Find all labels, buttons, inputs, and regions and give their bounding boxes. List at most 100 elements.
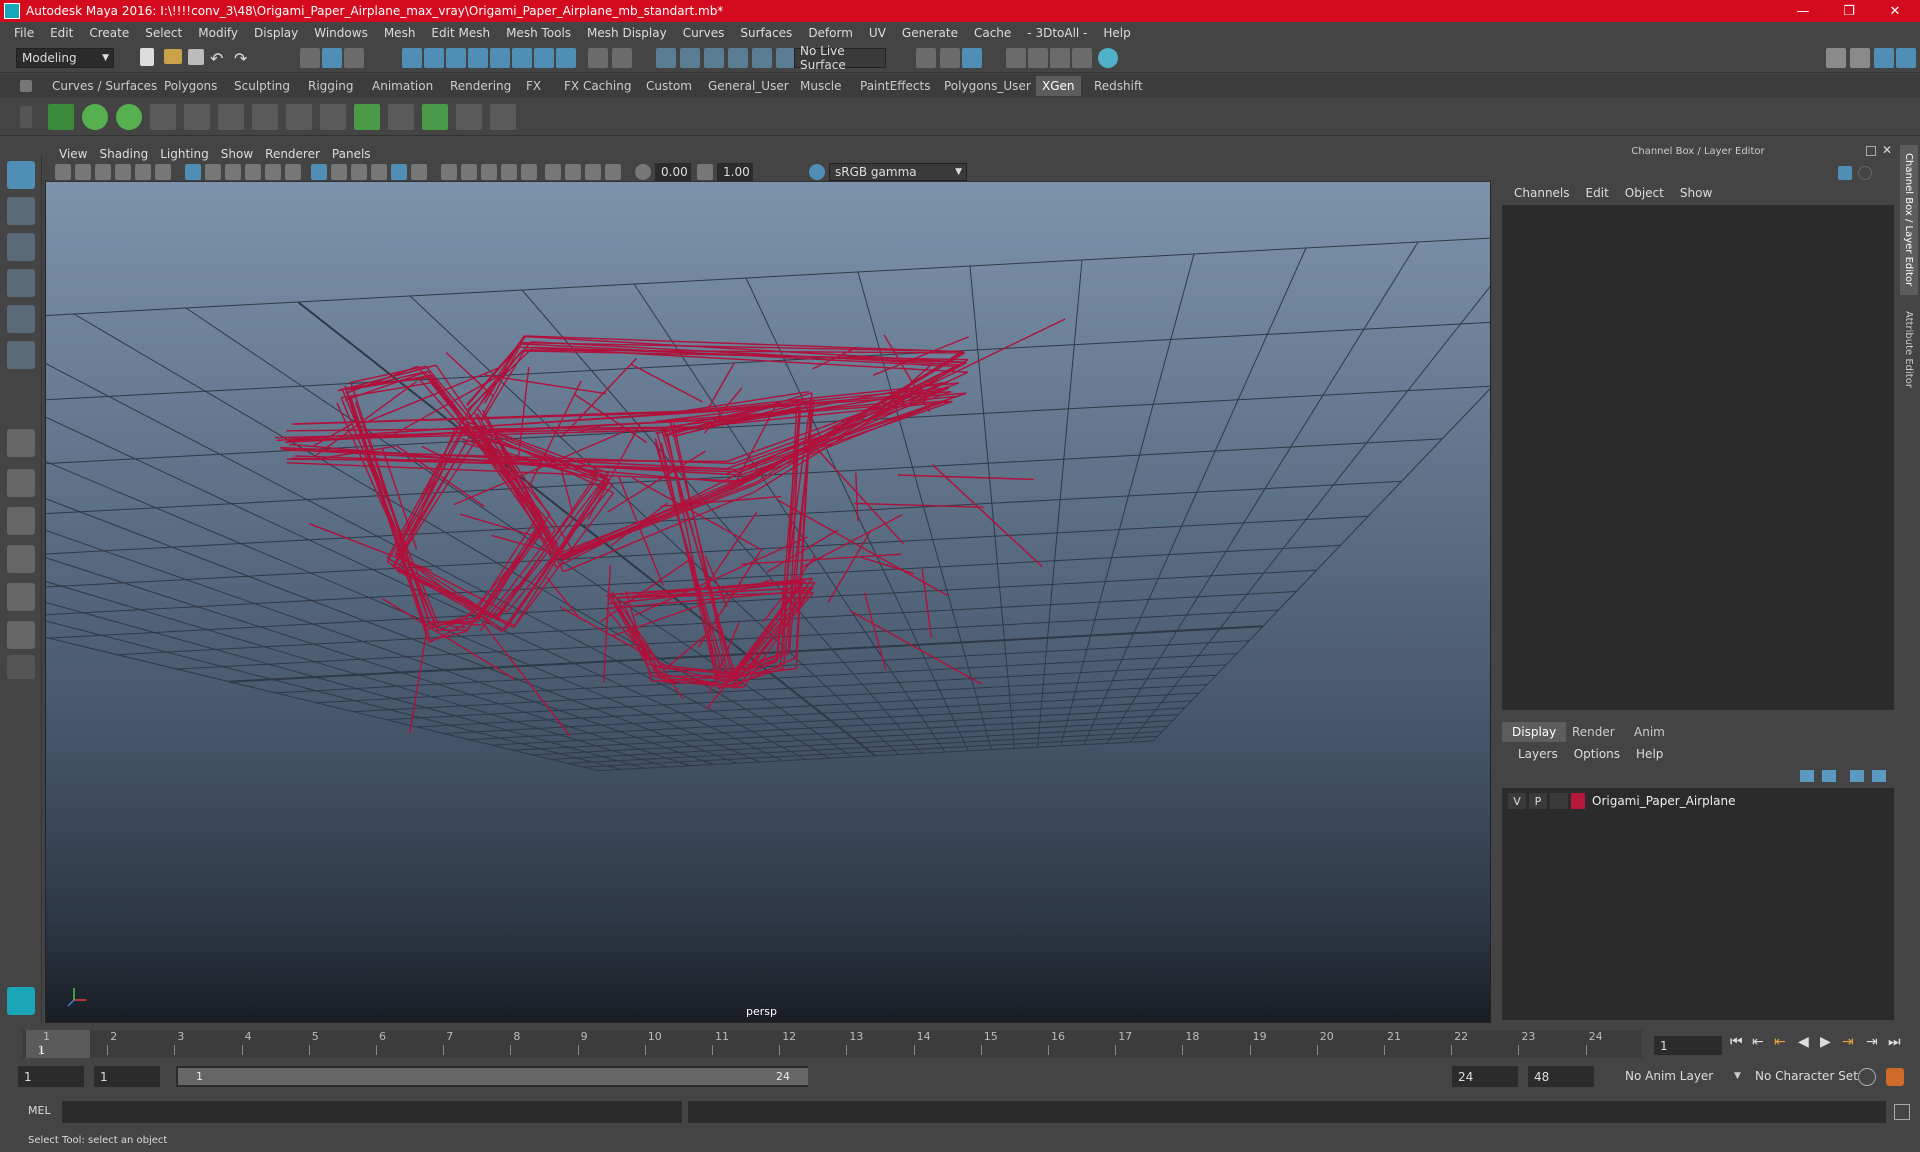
menu-deform[interactable]: Deform <box>800 26 861 40</box>
redo-icon[interactable]: ↷ <box>234 49 254 69</box>
shelf-menu-icon[interactable] <box>20 80 32 92</box>
use-all-lights-icon[interactable] <box>411 164 427 180</box>
viewport-menu-lighting[interactable]: Lighting <box>154 147 215 161</box>
selection-lock-icon[interactable] <box>612 48 632 68</box>
close-button[interactable]: ✕ <box>1872 0 1918 22</box>
new-layer-icon[interactable] <box>1850 770 1864 782</box>
viewport-menu-show[interactable]: Show <box>215 147 259 161</box>
xgen-bend-icon[interactable] <box>388 104 414 130</box>
xgen-add-guide-icon[interactable] <box>150 104 176 130</box>
play-forwards-icon[interactable]: ▶ <box>1820 1034 1831 1050</box>
field-chart-icon[interactable] <box>265 164 281 180</box>
menu-select[interactable]: Select <box>137 26 190 40</box>
bookmark-icon[interactable] <box>95 164 111 180</box>
step-back-key-icon[interactable]: ⇤ <box>1774 1034 1786 1050</box>
channel-menu-object[interactable]: Object <box>1617 186 1672 200</box>
wireframe-on-shaded-icon[interactable] <box>371 164 387 180</box>
shadows-icon[interactable] <box>441 164 457 180</box>
restore-button[interactable]: ❐ <box>1826 0 1872 22</box>
step-back-icon[interactable]: ⇤ <box>1752 1034 1764 1050</box>
move-layer-up-icon[interactable] <box>1800 770 1814 782</box>
key-icon[interactable] <box>1838 166 1852 180</box>
pivot-icon[interactable] <box>776 48 796 68</box>
attribute-editor-side-tab[interactable]: Attribute Editor <box>1900 303 1918 403</box>
default-material-icon[interactable] <box>351 164 367 180</box>
shelf-tab-animation[interactable]: Animation <box>366 76 439 96</box>
lock-icon[interactable] <box>588 48 608 68</box>
shelf-tab-rigging[interactable]: Rigging <box>302 76 359 96</box>
float-panel-icon[interactable] <box>1866 146 1876 156</box>
hypershade-layout-icon[interactable] <box>7 583 35 611</box>
layer-display-type[interactable] <box>1550 793 1568 809</box>
layer-row[interactable]: V P Origami_Paper_Airplane <box>1508 792 1892 810</box>
select-tool-icon[interactable] <box>7 161 35 189</box>
grid-toggle-icon[interactable] <box>185 164 201 180</box>
camera-select-icon[interactable] <box>55 164 71 180</box>
close-panel-icon[interactable]: ✕ <box>1882 143 1892 157</box>
xgen-scatter-icon[interactable] <box>490 104 516 130</box>
xgen-length-icon[interactable] <box>320 104 346 130</box>
menu-uv[interactable]: UV <box>861 26 894 40</box>
range-slider-handle[interactable] <box>178 1068 808 1085</box>
persp-graph-layout-icon[interactable] <box>7 545 35 573</box>
snap-view-plane-icon[interactable] <box>468 48 488 68</box>
xgen-move-guide-icon[interactable] <box>184 104 210 130</box>
color-space-select[interactable]: sRGB gamma ▼ <box>829 163 967 181</box>
maya-home-icon[interactable] <box>7 987 35 1015</box>
xgen-layers-icon[interactable] <box>354 104 380 130</box>
perspective-view[interactable]: persp <box>46 182 1490 1022</box>
image-plane-icon[interactable] <box>115 164 131 180</box>
single-perspective-layout-icon[interactable] <box>7 429 35 457</box>
menu-mesh-tools[interactable]: Mesh Tools <box>498 26 579 40</box>
menu-mesh[interactable]: Mesh <box>376 26 424 40</box>
paint-select-tool-icon[interactable] <box>7 233 35 261</box>
scale-tool-icon[interactable] <box>7 341 35 369</box>
live-surface-field[interactable]: No Live Surface <box>794 44 886 72</box>
command-input[interactable] <box>62 1101 682 1123</box>
channel-menu-channels[interactable]: Channels <box>1506 186 1578 200</box>
menu-cache[interactable]: Cache <box>966 26 1019 40</box>
backface-culling-icon[interactable] <box>605 164 621 180</box>
play-backwards-icon[interactable]: ◀ <box>1798 1034 1809 1050</box>
layer-playback-toggle[interactable]: P <box>1529 793 1547 809</box>
xgen-cut-icon[interactable] <box>456 104 482 130</box>
select-hierarchy-icon[interactable] <box>300 48 320 68</box>
viewport-menu-renderer[interactable]: Renderer <box>259 147 326 161</box>
magnet-icon[interactable] <box>656 48 676 68</box>
select-component-icon[interactable] <box>344 48 364 68</box>
shelf-tab-fx[interactable]: FX <box>520 76 547 96</box>
workspace-icon[interactable] <box>1826 48 1846 68</box>
exposure-input[interactable]: 0.00 <box>655 163 691 181</box>
shelf-tab-redshift[interactable]: Redshift <box>1088 76 1149 96</box>
auto-key-icon[interactable] <box>1858 1068 1876 1086</box>
ipr-render-icon[interactable] <box>962 48 982 68</box>
menu-file[interactable]: File <box>6 26 42 40</box>
xray-joints-icon[interactable] <box>585 164 601 180</box>
xgen-add-point-icon[interactable] <box>218 104 244 130</box>
new-scene-icon[interactable] <box>140 48 154 66</box>
menu-generate[interactable]: Generate <box>894 26 966 40</box>
resolution-gate-icon[interactable] <box>225 164 241 180</box>
snap-grid-icon[interactable] <box>402 48 422 68</box>
smooth-shade-icon[interactable] <box>331 164 347 180</box>
menu-curves[interactable]: Curves <box>675 26 733 40</box>
render-region-icon[interactable] <box>916 48 936 68</box>
channel-box-side-tab[interactable]: Channel Box / Layer Editor <box>1900 145 1918 295</box>
select-object-icon[interactable] <box>322 48 342 68</box>
go-to-start-icon[interactable]: ⏮ <box>1730 1034 1743 1050</box>
construction-history-icon[interactable] <box>512 48 532 68</box>
xgen-editor-icon[interactable] <box>48 104 74 130</box>
layout-more-icon[interactable] <box>7 655 35 679</box>
script-editor-icon[interactable] <box>1894 1104 1910 1120</box>
xgen-grass-icon[interactable] <box>422 104 448 130</box>
menu-edit[interactable]: Edit <box>42 26 81 40</box>
render-settings-icon[interactable] <box>1072 48 1092 68</box>
shelf-tab-curves-surfaces[interactable]: Curves / Surfaces <box>46 76 163 96</box>
shelf-tab-polygons[interactable]: Polygons <box>158 76 223 96</box>
xray-icon[interactable] <box>565 164 581 180</box>
hypershade-icon[interactable] <box>1050 48 1070 68</box>
color-management-icon[interactable] <box>809 164 825 180</box>
layer-tab-render[interactable]: Render <box>1562 722 1625 742</box>
playback-start-input[interactable]: 1 <box>94 1066 160 1087</box>
step-forward-key-icon[interactable]: ⇥ <box>1842 1034 1854 1050</box>
